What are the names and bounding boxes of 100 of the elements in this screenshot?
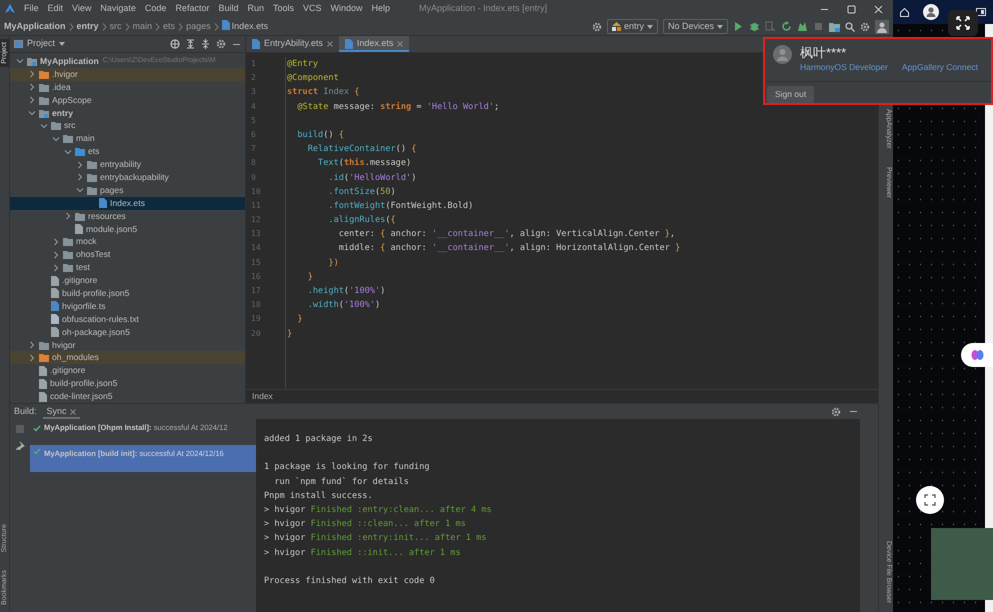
tree-item[interactable]: src xyxy=(10,119,245,132)
tree-item[interactable]: entrybackupability xyxy=(10,171,245,184)
tree-item[interactable]: build-profile.json5 xyxy=(10,377,245,390)
menu-item[interactable]: Help xyxy=(372,2,390,16)
breadcrumb-item[interactable]: src xyxy=(110,20,122,34)
tree-item[interactable]: ets xyxy=(10,145,245,158)
settings-icon[interactable] xyxy=(216,39,226,49)
caret-icon[interactable] xyxy=(59,42,66,46)
breadcrumb-item[interactable]: pages xyxy=(186,20,211,34)
account-link[interactable]: AppGallery Connect xyxy=(902,61,978,74)
chevron-down-icon[interactable] xyxy=(28,109,36,117)
caret-icon[interactable] xyxy=(717,24,723,28)
fullscreen-button[interactable] xyxy=(948,10,978,36)
search-icon[interactable] xyxy=(845,22,855,32)
menu-item[interactable]: Run xyxy=(247,2,264,16)
home-icon[interactable] xyxy=(900,8,909,16)
file-icon xyxy=(39,392,47,402)
tree-item[interactable]: code-linter.json5 xyxy=(10,390,245,403)
bug-icon[interactable] xyxy=(749,21,760,32)
tree-item[interactable]: module.json5 xyxy=(10,222,245,236)
chevron-down-icon[interactable] xyxy=(40,122,48,130)
close-icon[interactable] xyxy=(326,41,333,47)
account-icon[interactable] xyxy=(875,20,889,34)
tree-item[interactable]: hvigorfile.ts xyxy=(10,300,245,313)
chevron-right-icon[interactable] xyxy=(28,341,36,350)
avatar-icon[interactable] xyxy=(922,4,939,20)
collapse-all-icon[interactable] xyxy=(201,39,210,49)
caret-icon[interactable] xyxy=(646,24,653,28)
tree-item[interactable]: .gitignore xyxy=(10,364,245,378)
tree-item[interactable]: .idea xyxy=(10,80,245,94)
menu-item[interactable]: VCS xyxy=(303,2,322,16)
menu-item[interactable]: Tools xyxy=(272,2,294,16)
tree-item[interactable]: oh-package.json5 xyxy=(10,326,245,339)
editor-tab[interactable]: EntryAbility.ets xyxy=(246,36,339,52)
tree-item[interactable]: AppScope xyxy=(10,94,245,107)
play-icon[interactable] xyxy=(733,21,744,32)
chevron-right-icon[interactable] xyxy=(76,160,84,169)
panel-tab[interactable]: Sync xyxy=(42,404,80,419)
breadcrumb-item[interactable]: entry xyxy=(76,20,99,34)
close-icon[interactable] xyxy=(874,4,883,14)
tree-item[interactable]: .gitignore xyxy=(10,274,245,288)
target-icon[interactable] xyxy=(170,39,180,49)
breadcrumb-item[interactable]: ets xyxy=(163,20,176,34)
device-dropdown[interactable]: No Devices xyxy=(662,19,728,34)
chevron-right-icon[interactable] xyxy=(52,250,60,259)
menu-item[interactable]: View xyxy=(72,2,92,16)
tree-item[interactable]: obfuscation-rules.txt xyxy=(10,312,245,326)
sign-out-button[interactable]: Sign out xyxy=(767,86,814,103)
breadcrumb-item[interactable]: main xyxy=(132,20,152,34)
breadcrumb-item[interactable]: Index xyxy=(252,390,273,403)
chevron-down-icon[interactable] xyxy=(64,148,72,156)
tree-item[interactable]: build-profile.json5 xyxy=(10,287,245,300)
chevron-right-icon[interactable] xyxy=(28,96,36,104)
breadcrumb-item[interactable]: Index.ets xyxy=(222,20,268,34)
chart-icon[interactable] xyxy=(797,21,808,32)
chevron-right-icon[interactable] xyxy=(28,70,36,78)
tree-item[interactable]: hvigor xyxy=(10,338,245,352)
chevron-right-icon[interactable] xyxy=(64,212,72,220)
menu-item[interactable]: Navigate xyxy=(100,2,136,16)
folder-icon[interactable] xyxy=(829,22,840,32)
menu-item[interactable]: Window xyxy=(330,2,363,16)
chevron-right-icon[interactable] xyxy=(28,83,36,92)
menu-item[interactable]: Edit xyxy=(48,2,64,16)
chevron-down-icon[interactable] xyxy=(16,57,24,66)
tree-item[interactable]: ohosTest xyxy=(10,248,245,262)
settings-icon[interactable] xyxy=(860,22,870,32)
tree-item[interactable]: main xyxy=(10,132,245,146)
tree-item[interactable]: entryability xyxy=(10,158,245,172)
tree-item[interactable]: mock xyxy=(10,235,245,248)
tree-item[interactable]: oh_modules xyxy=(10,351,245,364)
tree-item[interactable]: pages xyxy=(10,184,245,197)
menu-item[interactable]: File xyxy=(24,2,39,16)
assistant-button[interactable] xyxy=(961,343,993,367)
chevron-right-icon[interactable] xyxy=(28,354,36,362)
tree-item[interactable]: test xyxy=(10,261,245,274)
account-link[interactable]: HarmonyOS Developer xyxy=(800,61,888,74)
menu-item[interactable]: Code xyxy=(144,2,166,16)
tree-item[interactable]: entry xyxy=(10,106,245,120)
settings-icon[interactable] xyxy=(831,406,841,416)
refresh-icon[interactable] xyxy=(781,21,792,32)
configuration-dropdown[interactable]: entry xyxy=(606,19,658,34)
settings-icon[interactable] xyxy=(592,22,602,32)
maximize-icon[interactable] xyxy=(847,4,856,14)
tree-item[interactable]: resources xyxy=(10,210,245,223)
chevron-down-icon[interactable] xyxy=(52,134,60,143)
chevron-right-icon[interactable] xyxy=(52,238,60,246)
chevron-right-icon[interactable] xyxy=(52,264,60,272)
chevron-down-icon[interactable] xyxy=(76,186,84,194)
expand-all-icon[interactable] xyxy=(186,39,195,49)
tree-item[interactable]: .hvigor xyxy=(10,68,245,81)
editor-tab[interactable]: Index.ets xyxy=(338,36,410,52)
close-icon[interactable] xyxy=(70,408,76,414)
tree-item[interactable]: Index.ets xyxy=(10,196,245,210)
panel-title[interactable]: Project xyxy=(27,37,56,51)
breadcrumb-item[interactable]: MyApplication xyxy=(4,20,66,34)
pin-icon[interactable] xyxy=(16,441,24,450)
menu-item[interactable]: Build xyxy=(218,2,238,16)
chevron-right-icon[interactable] xyxy=(76,173,84,182)
sidebar-icon[interactable] xyxy=(976,8,986,16)
menu-item[interactable]: Refactor xyxy=(175,2,210,16)
